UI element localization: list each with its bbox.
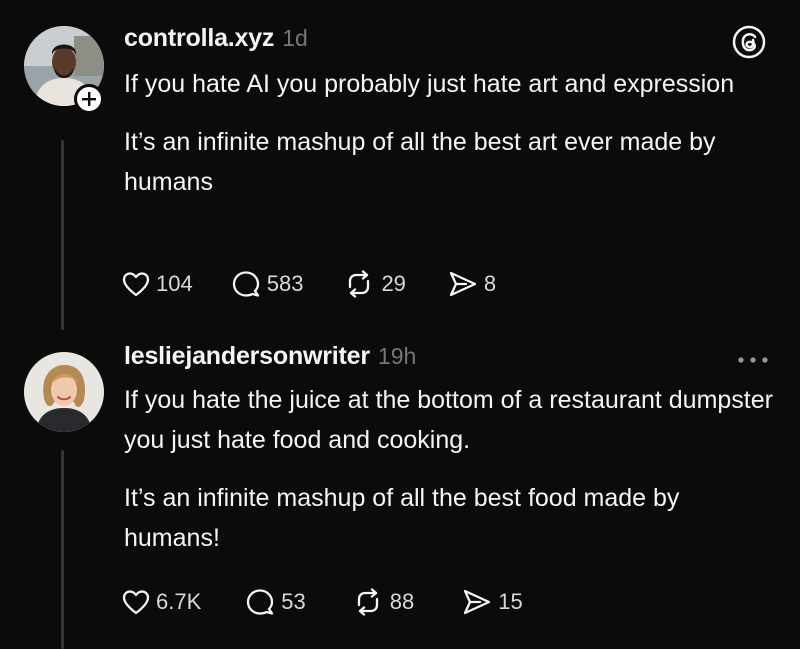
- repost-count: 88: [389, 589, 415, 614]
- username[interactable]: controlla.xyz: [124, 24, 274, 53]
- repost-icon: [357, 588, 378, 616]
- post-paragraph: It’s an infinite mashup of all the best …: [124, 128, 716, 196]
- action-bar: 6.7K 53 88 15: [122, 584, 523, 620]
- post-lesliejanderson: lesliejandersonwriter 19h If you hate th…: [0, 330, 800, 649]
- like-button[interactable]: 6.7K: [122, 589, 201, 615]
- post-paragraph: If you hate the juice at the bottom of a…: [124, 386, 773, 454]
- repost-button[interactable]: 29: [343, 270, 406, 298]
- repost-button[interactable]: 88: [352, 588, 414, 616]
- post-paragraph: If you hate AI you probably just hate ar…: [124, 70, 735, 98]
- heart-icon: [122, 590, 150, 615]
- repost-count: 29: [381, 271, 406, 296]
- post-body: If you hate AI you probably just hate ar…: [124, 64, 774, 220]
- username[interactable]: lesliejandersonwriter: [124, 342, 370, 371]
- follow-button[interactable]: [74, 84, 104, 114]
- share-button[interactable]: 15: [462, 588, 523, 616]
- action-bar: 104 583 29 8: [122, 266, 496, 302]
- timestamp: 1d: [282, 25, 308, 51]
- share-count: 8: [483, 271, 497, 296]
- reply-count: 53: [281, 589, 306, 614]
- post-controlla: controlla.xyz 1d If you hate AI you prob…: [0, 0, 800, 330]
- more-options-icon[interactable]: [735, 352, 771, 368]
- post-paragraph: It’s an infinite mashup of all the best …: [124, 484, 680, 552]
- reply-bubble-icon: [232, 271, 259, 297]
- repost-icon: [349, 270, 370, 298]
- avatar[interactable]: [24, 352, 104, 432]
- share-arrow-icon: [449, 271, 477, 297]
- post-header: lesliejandersonwriter 19h: [124, 342, 416, 371]
- like-count: 104: [156, 271, 193, 296]
- thread-line: [61, 140, 64, 330]
- thread-line: [61, 450, 64, 649]
- reply-button[interactable]: 583: [231, 270, 304, 298]
- reply-count: 583: [266, 271, 304, 296]
- post-header: controlla.xyz 1d: [124, 24, 308, 53]
- share-button[interactable]: 8: [448, 270, 496, 298]
- timestamp: 19h: [377, 343, 417, 369]
- reply-button[interactable]: 53: [245, 588, 306, 616]
- reply-bubble-icon: [247, 589, 274, 615]
- post-body: If you hate the juice at the bottom of a…: [124, 380, 774, 576]
- heart-icon: [122, 272, 150, 297]
- like-button[interactable]: 104: [122, 271, 193, 297]
- plus-icon: [82, 92, 96, 106]
- share-count: 15: [498, 589, 523, 614]
- threads-logo-icon: [732, 25, 766, 59]
- like-count: 6.7K: [156, 589, 202, 614]
- share-arrow-icon: [464, 589, 491, 615]
- threads-feed: controlla.xyz 1d If you hate AI you prob…: [0, 0, 800, 649]
